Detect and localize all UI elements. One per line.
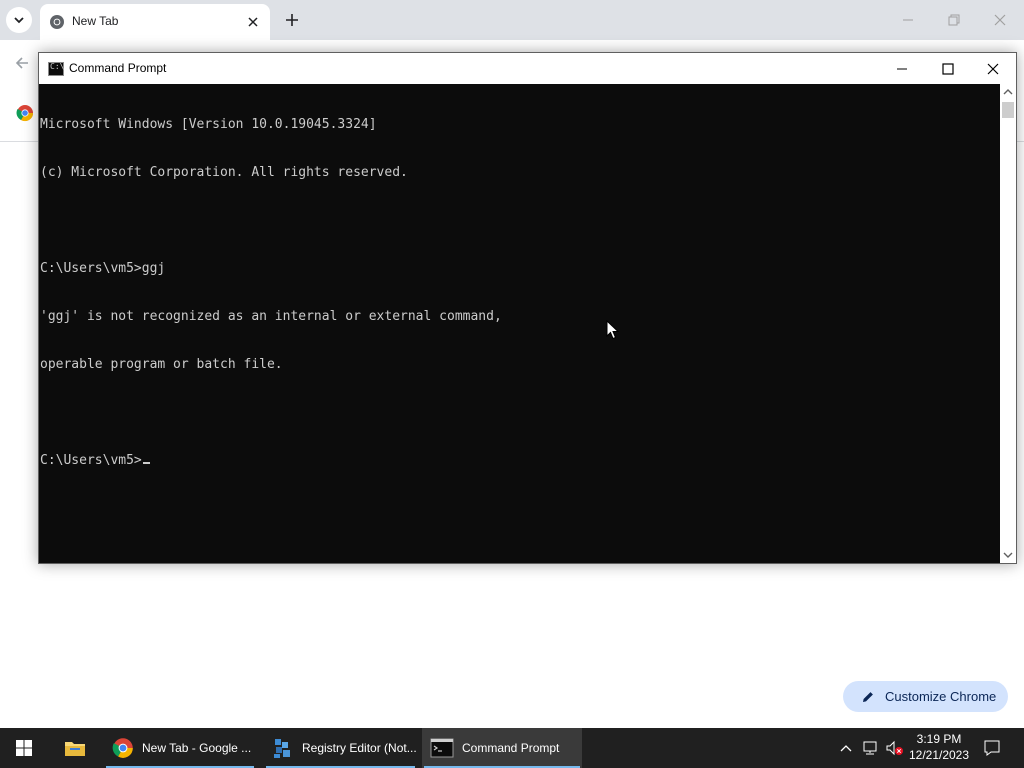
volume-tray-button[interactable]	[884, 728, 906, 768]
chrome-apps-icon[interactable]	[16, 104, 34, 122]
chevron-up-icon	[1003, 89, 1013, 95]
cmd-title-bar[interactable]: C:\ Command Prompt	[39, 53, 1016, 84]
network-icon	[863, 741, 877, 755]
chrome-icon	[50, 15, 64, 29]
close-icon	[248, 17, 258, 27]
window-title: Command Prompt	[69, 61, 167, 75]
close-icon	[994, 14, 1006, 26]
tab-search-button[interactable]	[6, 7, 32, 33]
taskbar-item-registry-editor[interactable]: Registry Editor (Not...	[264, 728, 417, 768]
minimize-button[interactable]	[879, 53, 925, 84]
pencil-icon	[863, 691, 873, 702]
action-center-button[interactable]	[978, 728, 1006, 768]
plus-icon	[286, 14, 298, 26]
network-tray-button[interactable]	[860, 728, 882, 768]
show-hidden-icons-button[interactable]	[836, 728, 856, 768]
minimize-icon	[903, 19, 913, 21]
console-output[interactable]: Microsoft Windows [Version 10.0.19045.33…	[39, 84, 1000, 563]
windows-logo-icon	[16, 740, 32, 756]
maximize-button[interactable]	[925, 53, 971, 84]
back-button[interactable]	[12, 54, 32, 72]
notification-icon	[984, 740, 1000, 756]
taskbar-item-command-prompt[interactable]: Command Prompt	[422, 728, 582, 768]
start-button[interactable]	[0, 728, 48, 768]
file-explorer-button[interactable]	[52, 728, 98, 768]
minimize-icon	[897, 68, 907, 69]
taskbar-item-chrome[interactable]: New Tab - Google ...	[104, 728, 256, 768]
command-prompt-window[interactable]: C:\ Command Prompt Microsoft Windows [Ve…	[38, 52, 1017, 564]
console-prompt-line[interactable]: C:\Users\vm5>	[40, 453, 1000, 469]
restore-icon	[948, 14, 960, 26]
scroll-down-button[interactable]	[1000, 547, 1016, 563]
tab-title: New Tab	[72, 14, 119, 28]
console-prompt: C:\Users\vm5>	[40, 453, 142, 468]
cmd-icon	[430, 738, 454, 758]
text-cursor	[142, 462, 150, 464]
taskbar-item-label: Registry Editor (Not...	[302, 741, 417, 755]
registry-editor-icon	[274, 739, 290, 758]
tab-new-tab[interactable]: New Tab	[40, 4, 270, 40]
maximize-icon	[942, 62, 954, 75]
close-icon	[987, 63, 999, 74]
chrome-tab-strip: New Tab	[0, 0, 1024, 40]
system-clock[interactable]: 3:19 PM 12/21/2023	[906, 731, 972, 763]
chrome-minimize-button[interactable]	[892, 6, 924, 34]
mouse-pointer-icon	[606, 320, 620, 340]
chevron-up-icon	[840, 745, 852, 752]
clock-time: 3:19 PM	[916, 732, 962, 746]
taskbar-item-label: New Tab - Google ...	[142, 741, 252, 755]
chevron-down-icon	[14, 17, 24, 24]
folder-icon	[65, 742, 85, 756]
close-button[interactable]	[970, 53, 1016, 84]
chrome-restore-button[interactable]	[938, 6, 970, 34]
cmd-icon: C:\	[48, 62, 64, 76]
console-line: Microsoft Windows [Version 10.0.19045.33…	[40, 117, 377, 132]
new-tab-button[interactable]	[280, 8, 304, 32]
console-line: 'ggj' is not recognized as an internal o…	[40, 309, 502, 324]
taskbar: New Tab - Google ... Registry Editor (No…	[0, 728, 1024, 768]
arrow-left-icon	[15, 57, 28, 69]
customize-chrome-button[interactable]: Customize Chrome	[843, 681, 1008, 712]
console-line: (c) Microsoft Corporation. All rights re…	[40, 165, 408, 180]
console-line: operable program or batch file.	[40, 357, 283, 372]
volume-muted-icon	[886, 740, 903, 756]
chrome-close-button[interactable]	[984, 6, 1016, 34]
vertical-scrollbar[interactable]	[1000, 84, 1016, 563]
clock-date: 12/21/2023	[908, 748, 970, 762]
scrollbar-thumb[interactable]	[1002, 102, 1014, 118]
chrome-icon	[112, 738, 133, 758]
taskbar-item-label: Command Prompt	[462, 741, 560, 755]
close-tab-button[interactable]	[244, 13, 262, 31]
scroll-up-button[interactable]	[1000, 84, 1016, 100]
chevron-down-icon	[1003, 552, 1013, 558]
customize-chrome-label: Customize Chrome	[885, 689, 997, 704]
console-line: C:\Users\vm5>ggj	[40, 261, 166, 276]
